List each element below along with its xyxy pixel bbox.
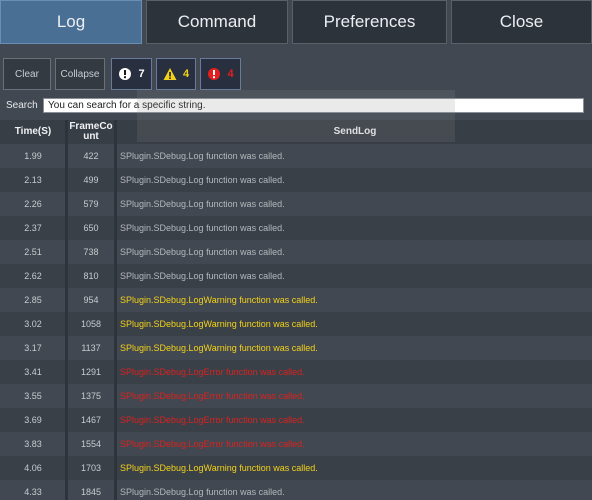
time-cell: 2.51 (24, 247, 42, 257)
clear-button[interactable]: Clear (3, 58, 51, 90)
time-cell: 3.41 (24, 367, 42, 377)
tab-close[interactable]: Close (451, 0, 592, 44)
framecount-cell: 1375 (80, 391, 102, 401)
info-icon (119, 68, 132, 80)
error-count: 4 (227, 68, 234, 80)
framecount-cell: 954 (83, 295, 99, 305)
framecount-cell: 738 (83, 247, 99, 257)
time-cell: 4.33 (24, 487, 42, 497)
time-cell: 2.13 (24, 175, 42, 185)
time-cell: 2.85 (24, 295, 42, 305)
warning-count: 4 (182, 68, 190, 80)
time-cell: 3.17 (24, 343, 42, 353)
table-row[interactable]: 2.85 954 SPlugin.SDebug.LogWarning functio… (0, 288, 592, 312)
table-row[interactable]: 2.51 738 SPlugin.SDebug.Log function was c… (0, 240, 592, 264)
time-cell: 1.99 (24, 151, 42, 161)
error-icon (208, 68, 221, 80)
warning-filter-toggle[interactable]: 4 (156, 58, 196, 90)
framecount-cell: 1058 (80, 319, 102, 329)
framecount-cell: 579 (83, 199, 99, 209)
table-row[interactable]: 4.06 1703 SPlugin.SDebug.LogWarning functi… (0, 456, 592, 480)
table-row[interactable]: 3.02 1058 SPlugin.SDebug.LogWarning functi… (0, 312, 592, 336)
time-cell: 4.06 (24, 463, 42, 473)
message-cell: SPlugin.SDebug.Log function was called. (120, 151, 285, 161)
time-cell: 3.02 (24, 319, 42, 329)
framecount-header-line2: unt (83, 131, 99, 142)
tab-bar: Log Command Preferences Close (0, 0, 592, 46)
tab-preferences[interactable]: Preferences (292, 0, 447, 44)
table-row[interactable]: 3.41 1291 SPlugin.SDebug.LogError function… (0, 360, 592, 384)
time-cell: 2.26 (24, 199, 42, 209)
framecount-cell: 1291 (80, 367, 102, 377)
message-cell: SPlugin.SDebug.Log function was called. (120, 175, 285, 185)
framecount-cell: 1703 (80, 463, 102, 473)
table-row[interactable]: 3.55 1375 SPlugin.SDebug.LogError function… (0, 384, 592, 408)
framecount-column-header: FrameCo unt (68, 120, 114, 144)
time-cell: 3.69 (24, 415, 42, 425)
table-row[interactable]: 2.37 650 SPlugin.SDebug.Log function was c… (0, 216, 592, 240)
framecount-cell: 1467 (80, 415, 102, 425)
error-filter-toggle[interactable]: 4 (200, 58, 241, 90)
column-divider (114, 120, 117, 500)
time-cell: 2.37 (24, 223, 42, 233)
log-table: Time(S) FrameCo unt SendLog 1.99 422 SPlug… (0, 120, 592, 500)
table-row[interactable]: 2.13 499 SPlugin.SDebug.Log function was c… (0, 168, 592, 192)
message-cell: SPlugin.SDebug.LogWarning function was c… (120, 463, 318, 473)
info-count: 7 (138, 68, 145, 80)
translucent-overlay (137, 90, 455, 142)
message-cell: SPlugin.SDebug.LogWarning function was c… (120, 295, 318, 305)
table-row[interactable]: 3.69 1467 SPlugin.SDebug.LogError function… (0, 408, 592, 432)
framecount-cell: 422 (83, 151, 99, 161)
framecount-cell: 810 (83, 271, 99, 281)
column-divider (65, 120, 68, 500)
message-cell: SPlugin.SDebug.LogError function was cal… (120, 415, 305, 425)
framecount-cell: 1845 (80, 487, 102, 497)
table-row[interactable]: 2.26 579 SPlugin.SDebug.Log function was c… (0, 192, 592, 216)
message-cell: SPlugin.SDebug.Log function was called. (120, 199, 285, 209)
table-row[interactable]: 4.33 1845 SPlugin.SDebug.Log function was … (0, 480, 592, 500)
message-cell: SPlugin.SDebug.Log function was called. (120, 271, 285, 281)
toolbar: Clear Collapse 7 4 4 (0, 56, 592, 92)
message-cell: SPlugin.SDebug.LogError function was cal… (120, 439, 305, 449)
message-cell: SPlugin.SDebug.LogError function was cal… (120, 367, 305, 377)
table-row[interactable]: 3.83 1554 SPlugin.SDebug.LogError function… (0, 432, 592, 456)
info-filter-toggle[interactable]: 7 (111, 58, 152, 90)
framecount-cell: 1137 (81, 343, 101, 353)
message-cell: SPlugin.SDebug.LogWarning function was c… (120, 343, 318, 353)
framecount-cell: 650 (83, 223, 99, 233)
message-cell: SPlugin.SDebug.LogError function was cal… (120, 391, 305, 401)
message-cell: SPlugin.SDebug.Log function was called. (120, 223, 285, 233)
tab-log[interactable]: Log (0, 0, 142, 44)
table-row[interactable]: 2.62 810 SPlugin.SDebug.Log function was c… (0, 264, 592, 288)
collapse-button[interactable]: Collapse (55, 58, 105, 90)
framecount-cell: 499 (83, 175, 99, 185)
message-cell: SPlugin.SDebug.Log function was called. (120, 487, 285, 497)
time-cell: 2.62 (24, 271, 42, 281)
framecount-cell: 1554 (80, 439, 102, 449)
time-column-header: Time(S) (14, 126, 52, 137)
warning-icon (163, 68, 177, 80)
tab-command[interactable]: Command (146, 0, 288, 44)
message-cell: SPlugin.SDebug.Log function was called. (120, 247, 285, 257)
table-row[interactable]: 1.99 422 SPlugin.SDebug.Log function was c… (0, 144, 592, 168)
time-cell: 3.55 (24, 391, 42, 401)
time-cell: 3.83 (24, 439, 42, 449)
table-row[interactable]: 3.17 1137 SPlugin.SDebug.LogWarning functi… (0, 336, 592, 360)
search-label: Search (6, 100, 38, 111)
message-cell: SPlugin.SDebug.LogWarning function was c… (120, 319, 318, 329)
